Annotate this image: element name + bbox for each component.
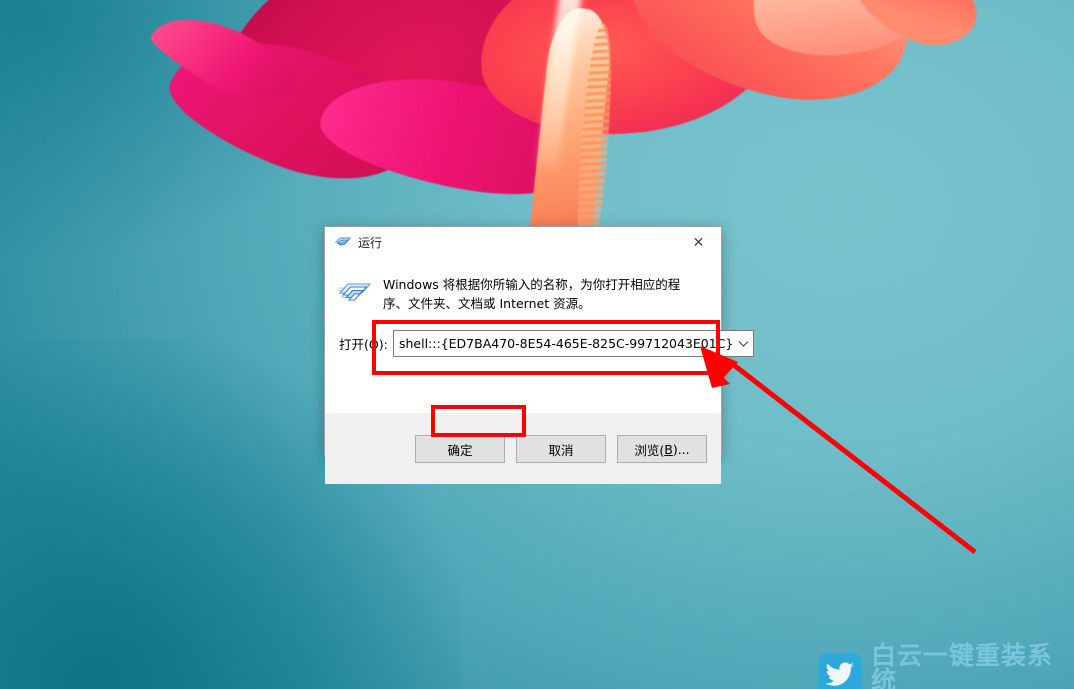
dialog-open-row: 打开(O): shell:::{ED7BA470-8E54-465E-825C-… [325, 313, 755, 357]
dialog-title: 运行 [358, 235, 383, 250]
dialog-description: Windows 将根据你所输入的名称，为你打开相应的程序、文件夹、文档或 Int… [383, 277, 681, 311]
watermark-brand: 白云一键重装系统 [871, 641, 1054, 689]
browse-accel: B [664, 441, 673, 457]
site-watermark: 白云一键重装系统 www.baiyunxitong.com [818, 643, 1074, 689]
run-dialog: 运行 ✕ Windows 将根据你所输入的名称，为你打开相应的程序、文件夹、文档… [324, 226, 755, 484]
browse-button[interactable]: 浏览(B)... [617, 435, 707, 463]
watermark-text: 白云一键重装系统 www.baiyunxitong.com [871, 643, 1074, 689]
close-icon[interactable]: ✕ [676, 228, 721, 257]
dialog-titlebar[interactable]: 运行 ✕ [325, 227, 721, 257]
run-large-icon [338, 276, 372, 308]
dialog-body: Windows 将根据你所输入的名称，为你打开相应的程序、文件夹、文档或 Int… [325, 257, 755, 413]
desktop-screen: 运行 ✕ Windows 将根据你所输入的名称，为你打开相应的程序、文件夹、文档… [0, 0, 1074, 689]
bird-icon [818, 652, 862, 689]
open-field-label: 打开(O): [339, 337, 388, 352]
browse-label-suffix: )... [672, 441, 690, 457]
open-input[interactable]: shell:::{ED7BA470-8E54-465E-825C-9971204… [394, 336, 733, 351]
open-combobox[interactable]: shell:::{ED7BA470-8E54-465E-825C-9971204… [393, 330, 755, 357]
browse-label-prefix: 浏览( [634, 442, 665, 458]
ok-button[interactable]: 确定 [415, 435, 505, 463]
cancel-button[interactable]: 取消 [516, 435, 606, 463]
chevron-down-icon[interactable] [733, 332, 753, 355]
run-icon [334, 234, 352, 250]
dialog-info-row: Windows 将根据你所输入的名称，为你打开相应的程序、文件夹、文档或 Int… [325, 257, 721, 313]
dialog-button-bar: 确定 取消 浏览(B)... [325, 413, 721, 484]
